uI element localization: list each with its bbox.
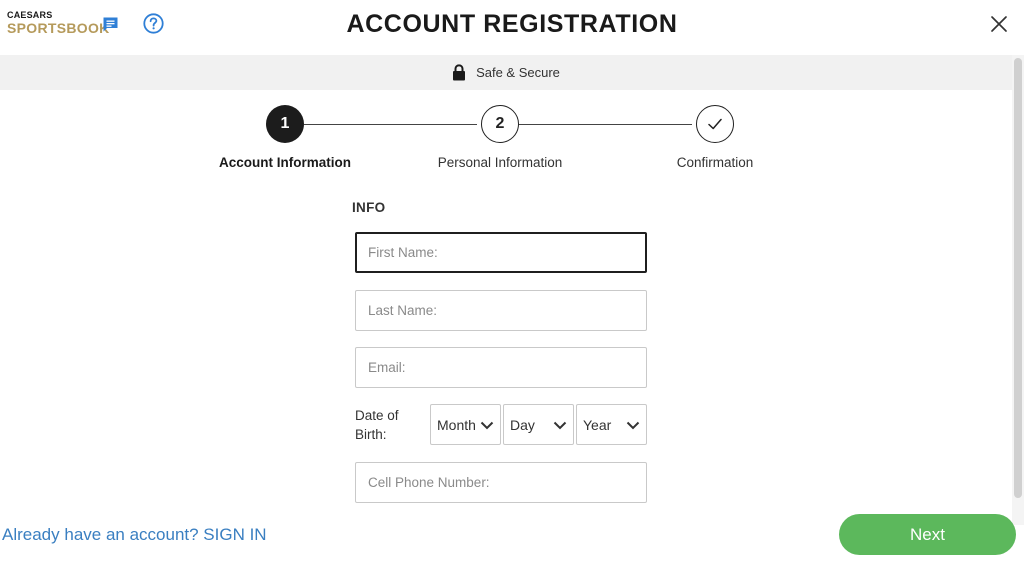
email-field[interactable] (355, 347, 647, 388)
dob-day-value: Day (510, 416, 535, 433)
page-title: ACCOUNT REGISTRATION (346, 10, 678, 38)
first-name-field[interactable] (355, 232, 647, 273)
top-bar: CAESARS SPORTSBOOK ACCOUNT REGISTRATION (0, 0, 1024, 55)
section-title-info: INFO (352, 200, 386, 215)
step-1-label: Account Information (219, 155, 351, 170)
secure-label: Safe & Secure (476, 65, 560, 80)
scrollbar-thumb[interactable] (1014, 58, 1022, 498)
lock-icon (453, 64, 466, 81)
checkmark-icon (708, 118, 722, 130)
step-connector-1 (304, 124, 477, 125)
dob-label: Date of Birth: (355, 408, 399, 442)
cell-phone-field[interactable] (355, 462, 647, 503)
dob-day-select[interactable]: Day (503, 404, 574, 445)
dob-year-select[interactable]: Year (576, 404, 647, 445)
registration-stepper: 1 2 Account Information Personal Informa… (0, 104, 1012, 174)
dob-month-value: Month (437, 416, 476, 433)
chevron-down-icon (480, 421, 494, 430)
next-button[interactable]: Next (839, 514, 1016, 555)
step-2-circle: 2 (481, 105, 519, 143)
step-3-label: Confirmation (676, 155, 754, 170)
step-1-circle: 1 (266, 105, 304, 143)
step-connector-2 (519, 124, 692, 125)
step-1-number: 1 (280, 115, 290, 132)
secure-banner: Safe & Secure (0, 55, 1012, 90)
chevron-down-icon (553, 421, 567, 430)
step-2-label: Personal Information (437, 155, 563, 170)
dob-month-select[interactable]: Month (430, 404, 501, 445)
sign-in-link[interactable]: Already have an account? SIGN IN (2, 525, 267, 545)
last-name-field[interactable] (355, 290, 647, 331)
close-icon[interactable] (990, 15, 1008, 33)
step-3-circle (696, 105, 734, 143)
dob-year-value: Year (583, 416, 612, 433)
step-2-number: 2 (495, 115, 505, 132)
registration-form: INFO Date of Birth: Month Day Year (352, 200, 647, 503)
chevron-down-icon (626, 421, 640, 430)
